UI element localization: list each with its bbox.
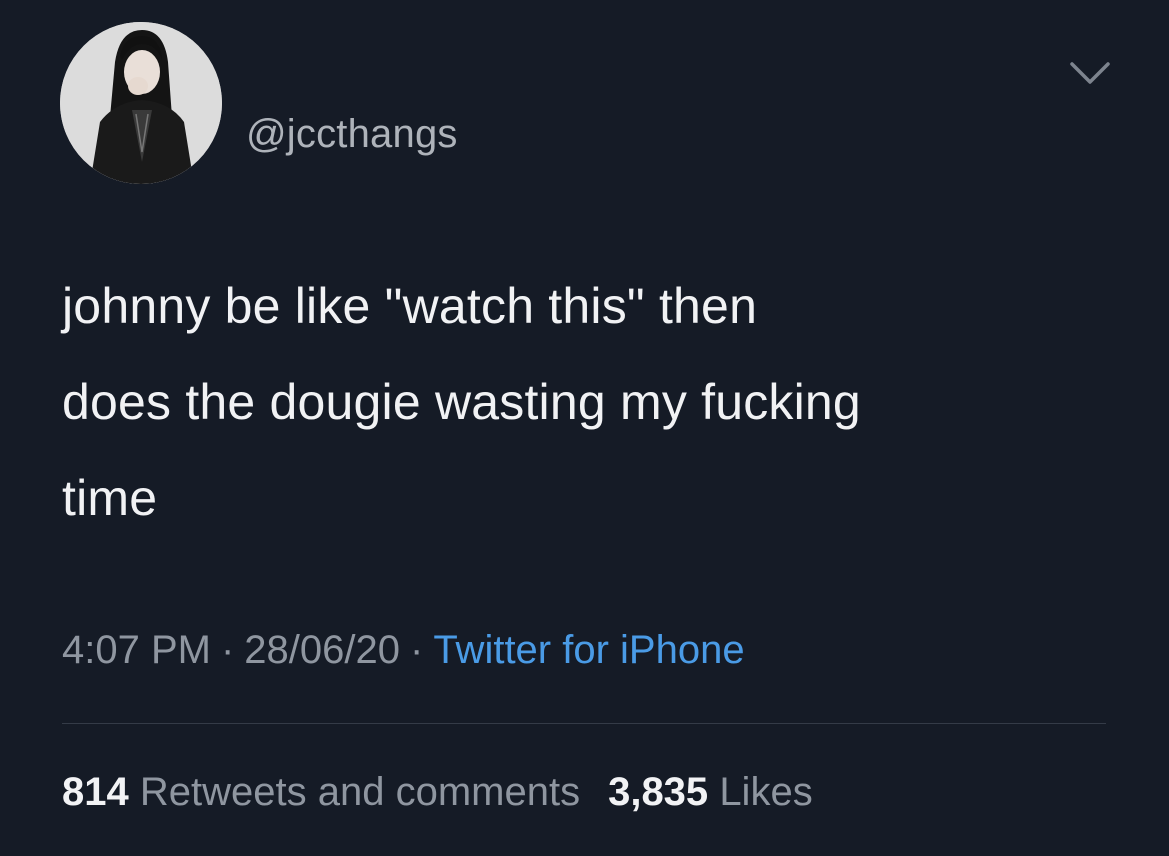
- meta-separator: ·: [410, 628, 424, 672]
- retweets-stat[interactable]: 814 Retweets and comments: [62, 770, 580, 814]
- tweet-stats: 814 Retweets and comments 3,835 Likes: [62, 770, 813, 815]
- avatar[interactable]: [60, 22, 222, 184]
- tweet-text: johnny be like "watch this" then does th…: [62, 278, 861, 526]
- user-handle[interactable]: @jccthangs: [246, 112, 458, 157]
- tweet-card: @jccthangs johnny be like "watch this" t…: [0, 0, 1169, 856]
- tweet-metadata: 4:07 PM · 28/06/20 · Twitter for iPhone: [62, 628, 745, 673]
- tweet-source-link[interactable]: Twitter for iPhone: [433, 628, 744, 672]
- divider: [62, 723, 1106, 724]
- likes-stat[interactable]: 3,835 Likes: [608, 770, 813, 814]
- tweet-date[interactable]: 28/06/20: [244, 628, 400, 672]
- retweets-label: Retweets and comments: [139, 770, 581, 814]
- tweet-time: 4:07 PM: [62, 628, 211, 672]
- avatar-photo: [60, 22, 222, 184]
- chevron-down-icon[interactable]: [1068, 58, 1112, 88]
- likes-count: 3,835: [608, 770, 709, 814]
- retweets-count: 814: [62, 770, 129, 814]
- likes-label: Likes: [719, 770, 813, 814]
- meta-separator: ·: [220, 628, 235, 672]
